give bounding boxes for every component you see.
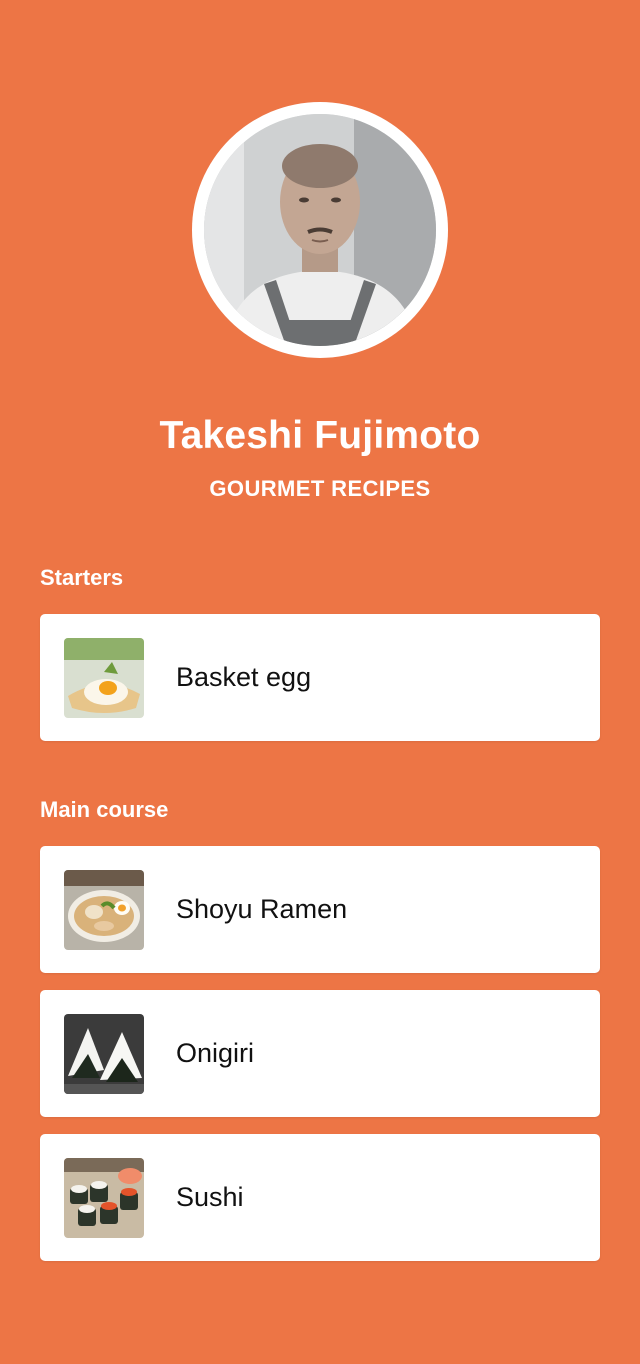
avatar — [204, 114, 436, 346]
recipe-label: Onigiri — [176, 1038, 255, 1068]
recipe-label: Sushi — [176, 1182, 244, 1212]
recipe-card-sushi[interactable]: Sushi — [40, 1134, 600, 1261]
shoyu-ramen-photo — [64, 870, 144, 950]
basket-egg-photo — [64, 638, 144, 718]
profile-name: Takeshi Fujimoto — [159, 414, 481, 457]
profile-page: Takeshi Fujimoto GOURMET RECIPES Starter… — [0, 0, 640, 1364]
onigiri-photo — [64, 1014, 144, 1094]
avatar-ring — [192, 102, 448, 358]
sushi-photo — [64, 1158, 144, 1238]
section-title-main-course: Main course — [40, 797, 169, 822]
recipe-card-onigiri[interactable]: Onigiri — [40, 990, 600, 1117]
profile-subtitle: GOURMET RECIPES — [209, 476, 431, 501]
section-title-starters: Starters — [40, 565, 124, 590]
recipe-card-shoyu-ramen[interactable]: Shoyu Ramen — [40, 846, 600, 973]
recipe-label: Basket egg — [176, 662, 312, 692]
recipe-card-basket-egg[interactable]: Basket egg — [40, 614, 600, 741]
recipe-label: Shoyu Ramen — [176, 894, 348, 924]
